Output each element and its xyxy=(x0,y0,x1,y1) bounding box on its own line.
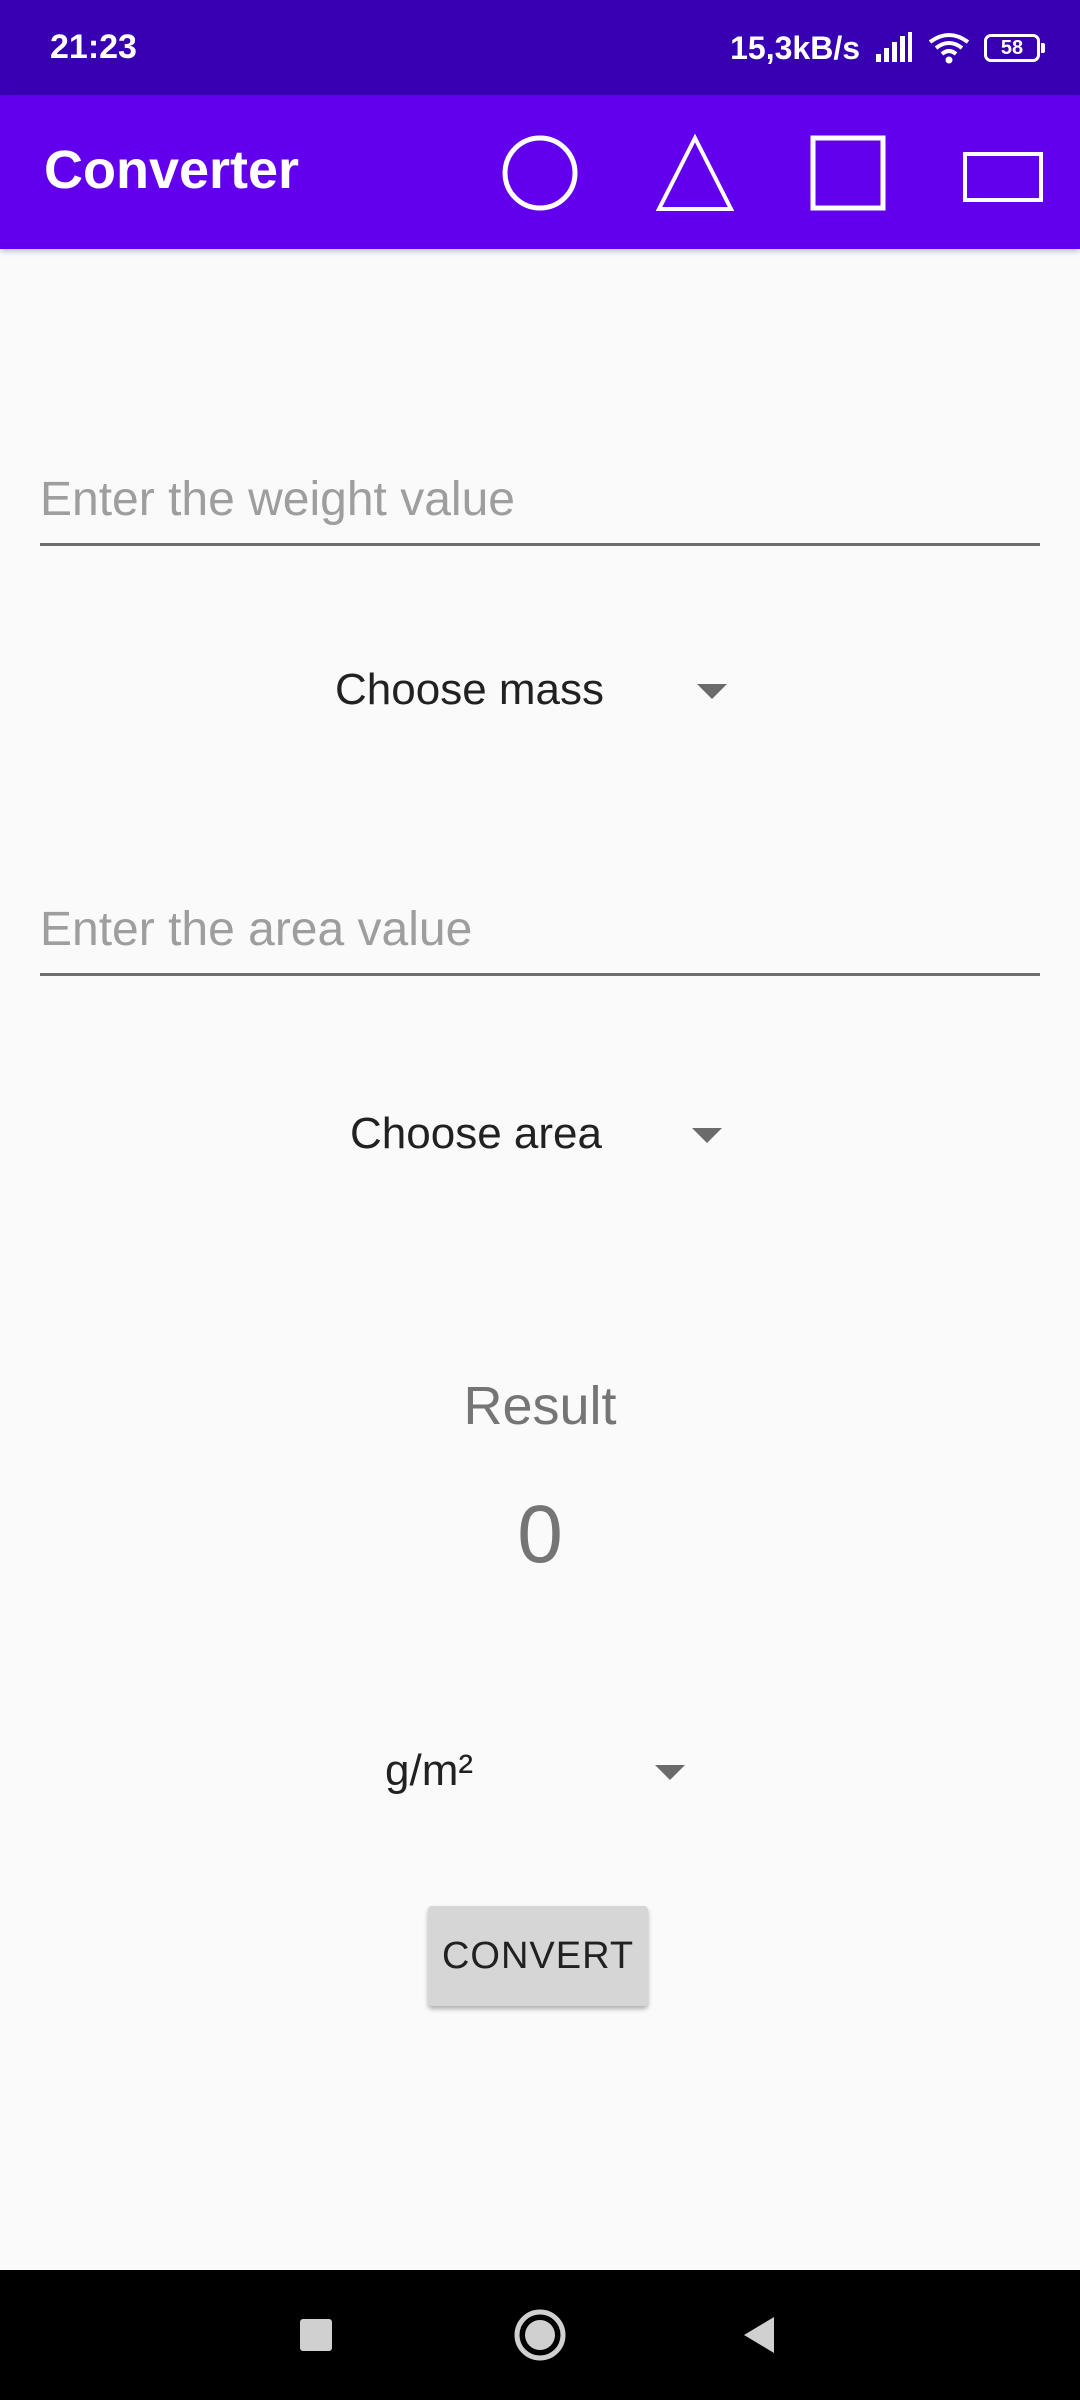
area-spinner[interactable]: Choose area xyxy=(350,1094,730,1174)
result-title: Result xyxy=(463,1376,617,1436)
wifi-icon xyxy=(928,32,970,64)
status-indicators: 15,3kB/s 58 xyxy=(730,28,1045,68)
unit-spinner-label: g/m² xyxy=(385,1746,473,1795)
dropdown-arrow-icon xyxy=(692,1128,722,1143)
weight-field[interactable] xyxy=(40,436,1040,546)
area-spinner-label: Choose area xyxy=(350,1109,602,1158)
battery-icon: 58 xyxy=(984,34,1045,62)
dropdown-arrow-icon xyxy=(655,1765,685,1780)
square-icon[interactable] xyxy=(808,133,888,213)
signal-icon xyxy=(874,32,914,64)
dropdown-arrow-icon xyxy=(697,684,727,699)
mass-spinner[interactable]: Choose mass xyxy=(335,650,735,730)
result-value: 0 xyxy=(517,1489,563,1580)
weight-input[interactable] xyxy=(40,472,1040,527)
rectangle-icon[interactable] xyxy=(962,133,1044,213)
status-bar: 21:23 15,3kB/s 58 xyxy=(0,0,1080,95)
back-icon[interactable] xyxy=(730,2305,790,2365)
mass-spinner-label: Choose mass xyxy=(335,665,605,714)
app-bar: Converter xyxy=(0,95,1080,249)
navigation-bar xyxy=(0,2270,1080,2400)
recents-icon[interactable] xyxy=(286,2305,346,2365)
home-icon[interactable] xyxy=(510,2305,570,2365)
app-title: Converter xyxy=(44,140,300,200)
convert-button[interactable]: CONVERT xyxy=(428,1906,648,2006)
circle-icon[interactable] xyxy=(500,133,580,213)
area-field[interactable] xyxy=(40,866,1040,976)
network-speed: 15,3kB/s xyxy=(730,29,860,66)
area-input[interactable] xyxy=(40,902,1040,957)
triangle-icon[interactable] xyxy=(655,133,735,213)
unit-spinner[interactable]: g/m² xyxy=(385,1731,705,1811)
status-time: 21:23 xyxy=(50,28,137,66)
